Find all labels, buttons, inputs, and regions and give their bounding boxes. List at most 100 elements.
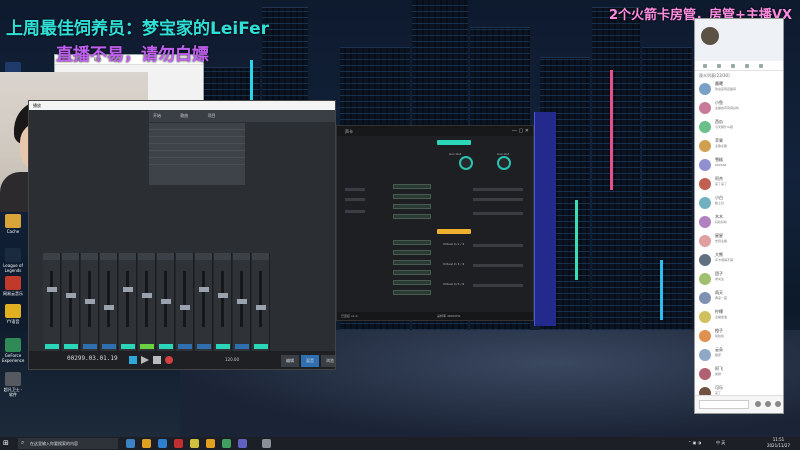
fader-track[interactable] — [145, 271, 148, 327]
host-avatar[interactable] — [701, 27, 719, 45]
user-avatar[interactable] — [699, 197, 711, 209]
mixer-channel-strip[interactable] — [119, 253, 137, 351]
mixer-channel-strip[interactable] — [195, 253, 213, 351]
mixer-channel-strip[interactable] — [100, 253, 118, 351]
app-icon[interactable] — [222, 439, 231, 448]
mode-pill[interactable] — [437, 140, 471, 145]
chat-message[interactable]: 小白 晚上好 — [695, 195, 783, 214]
tab-icon[interactable] — [759, 64, 763, 68]
mixer-channel-strip[interactable] — [233, 253, 251, 351]
tab-icon[interactable] — [717, 64, 721, 68]
loop-button[interactable] — [129, 356, 137, 364]
fader-knob[interactable] — [47, 287, 57, 292]
mixer-channel-strip[interactable] — [214, 253, 232, 351]
user-avatar[interactable] — [699, 102, 711, 114]
channel-box[interactable] — [393, 270, 431, 275]
channel-box[interactable] — [393, 240, 431, 245]
fader-track[interactable] — [221, 271, 224, 327]
user-avatar[interactable] — [699, 254, 711, 266]
channel-box[interactable] — [393, 280, 431, 285]
mixer-channel-strip[interactable] — [43, 253, 61, 351]
aux-dial[interactable] — [497, 156, 511, 170]
taskbar-clock[interactable]: 11:51 2021/11/27 — [767, 437, 790, 449]
mixer-channel-strip[interactable] — [157, 253, 175, 351]
windows-start-icon[interactable]: ⊞ — [3, 440, 9, 447]
fader-knob[interactable] — [218, 293, 228, 298]
desktop-icon[interactable]: GeForce Experience — [2, 338, 24, 363]
mixer-channel-strip[interactable] — [176, 253, 194, 351]
channel-box[interactable] — [393, 290, 431, 295]
browser-row[interactable] — [149, 130, 245, 137]
channel-box[interactable] — [393, 204, 431, 209]
tab-mix[interactable]: 混音 — [301, 355, 319, 367]
desktop-icon[interactable]: League of Legends — [2, 248, 24, 273]
fader-knob[interactable] — [66, 293, 76, 298]
channel-box[interactable] — [393, 214, 431, 219]
channel-box[interactable] — [393, 250, 431, 255]
fader-knob[interactable] — [199, 287, 209, 292]
mixer-channel-strip[interactable] — [62, 253, 80, 351]
chat-message[interactable]: 西瓜 今天唱什么歌 — [695, 119, 783, 138]
app-icon[interactable] — [190, 439, 199, 448]
desktop-icon[interactable]: YY语音 — [2, 304, 24, 324]
fader-track[interactable] — [107, 271, 110, 327]
emoji-icon[interactable] — [755, 401, 761, 407]
desktop-icon[interactable]: 超凡卫士 · 软件 — [2, 372, 24, 397]
chat-message[interactable]: 阿杰 来了来了 — [695, 176, 783, 195]
fader-knob[interactable] — [237, 299, 247, 304]
user-avatar[interactable] — [699, 121, 711, 133]
chat-message[interactable]: 苹果 点歌点歌 — [695, 138, 783, 157]
user-avatar[interactable] — [699, 330, 711, 342]
user-avatar[interactable] — [699, 140, 711, 152]
fader-knob[interactable] — [161, 299, 171, 304]
sound-card-panel[interactable]: 声卡 — ▢ ✕ Aux Out Aux Out Virtual In 1 / … — [336, 125, 534, 321]
tempo-display[interactable]: 120.00 — [225, 357, 239, 362]
fader-track[interactable] — [183, 271, 186, 327]
browser-row[interactable] — [149, 144, 245, 151]
user-avatar[interactable] — [699, 159, 711, 171]
fader-track[interactable] — [50, 271, 53, 327]
chat-message[interactable]: 大熊 声卡调得不错 — [695, 252, 783, 271]
channel-box[interactable] — [393, 194, 431, 199]
app-icon[interactable] — [174, 439, 183, 448]
mixer-channel-strip[interactable] — [138, 253, 156, 351]
chat-message[interactable]: 星星 支持主播 — [695, 233, 783, 252]
browser-row[interactable] — [149, 158, 245, 165]
chat-message[interactable]: 雪糕 666666 — [695, 157, 783, 176]
desktop-icon[interactable]: 网易云音乐 — [2, 276, 24, 296]
section-pill[interactable] — [437, 229, 471, 234]
play-icon[interactable] — [141, 356, 149, 364]
user-avatar[interactable] — [699, 235, 711, 247]
app-icon[interactable] — [238, 439, 247, 448]
chat-message[interactable]: 柠檬 主播加油 — [695, 309, 783, 328]
fader-track[interactable] — [259, 271, 262, 327]
daw-app-icon[interactable] — [262, 439, 271, 448]
send-icon[interactable] — [775, 401, 781, 407]
stop-icon[interactable] — [153, 356, 161, 364]
channel-box[interactable] — [393, 184, 431, 189]
toolbar-start[interactable]: 开始 — [153, 113, 161, 118]
browser-row[interactable] — [149, 151, 245, 158]
user-avatar[interactable] — [699, 178, 711, 190]
tab-icon[interactable] — [703, 64, 707, 68]
chat-message[interactable]: 小鱼 主播的声音真好听 — [695, 100, 783, 119]
fader-knob[interactable] — [85, 299, 95, 304]
fader-knob[interactable] — [123, 287, 133, 292]
fader-track[interactable] — [202, 271, 205, 327]
daw-window[interactable]: 播放 开始 歌曲 项目 00299.03.01.19 120.00 编辑 混音 … — [28, 100, 336, 370]
chat-message[interactable]: 团子 求关注 — [695, 271, 783, 290]
fader-knob[interactable] — [104, 305, 114, 310]
daw-browser-panel[interactable] — [149, 123, 245, 185]
gift-icon[interactable] — [765, 401, 771, 407]
window-controls[interactable]: — ▢ ✕ — [512, 128, 529, 134]
chat-message[interactable]: 云朵 晚安 — [695, 347, 783, 366]
user-avatar[interactable] — [699, 349, 711, 361]
desktop-icon[interactable]: Cache — [2, 214, 24, 234]
aux-dial[interactable] — [459, 156, 473, 170]
user-avatar[interactable] — [699, 216, 711, 228]
user-avatar[interactable] — [699, 83, 711, 95]
chat-message[interactable]: 木木 好听好听 — [695, 214, 783, 233]
mixer-channel-strip[interactable] — [81, 253, 99, 351]
explorer-icon[interactable] — [142, 439, 151, 448]
browser-row[interactable] — [149, 137, 245, 144]
